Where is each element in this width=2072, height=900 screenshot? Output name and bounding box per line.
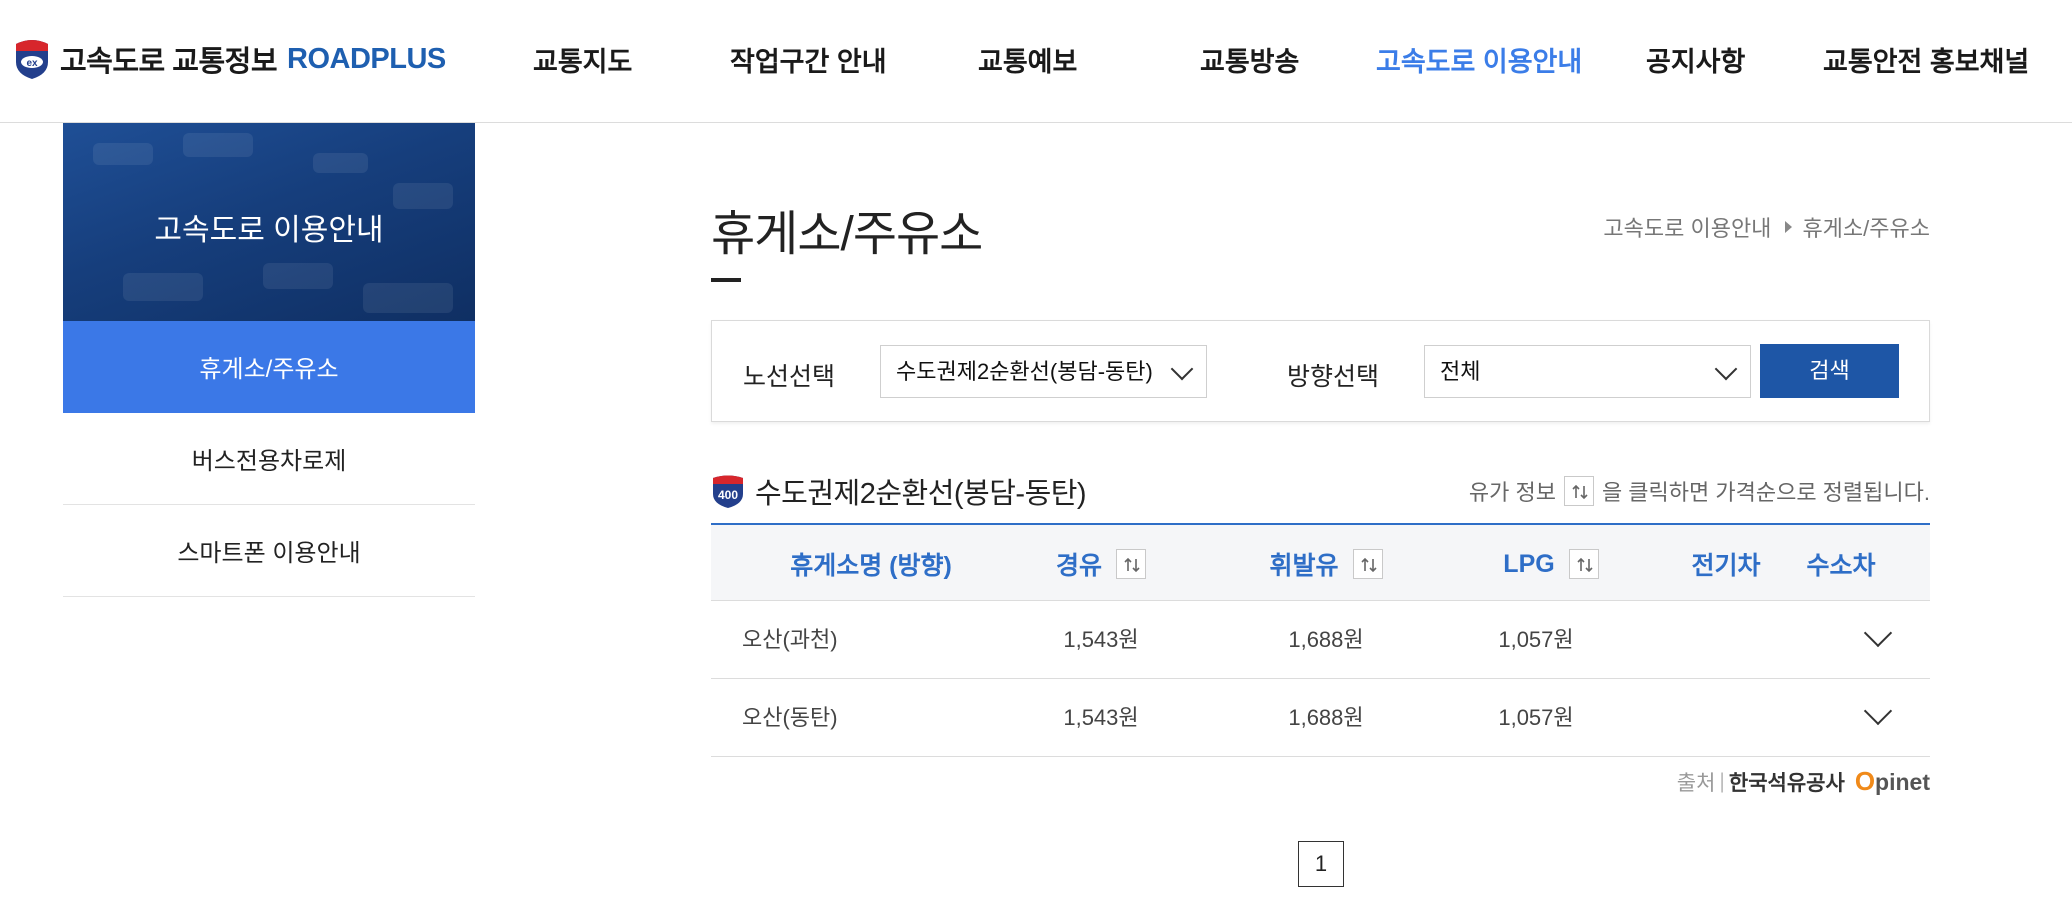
row-gasoline-price: 1,688원	[1288, 627, 1364, 652]
svg-text:ex: ex	[26, 58, 38, 69]
sidebar-menu: 휴게소/주유소 버스전용차로제 스마트폰 이용안내	[63, 321, 475, 597]
direction-select-label: 방향선택	[1287, 363, 1380, 391]
sidebar-item-smartphone-guide[interactable]: 스마트폰 이용안내	[63, 505, 475, 597]
sort-hint: 유가 정보 을 클릭하면 가격순으로 정렬됩니다.	[1469, 475, 1930, 507]
nav-safety-channel[interactable]: 교통안전 홍보채널	[1823, 40, 2029, 79]
breadcrumb: 고속도로 이용안내 휴게소/주유소	[1603, 211, 1930, 243]
opinet-logo-o: O	[1854, 766, 1876, 796]
col-ev: 전기차	[1671, 525, 1781, 603]
logo-brand: ROADPLUS	[287, 42, 446, 75]
source-org: 한국석유공사	[1728, 771, 1845, 795]
route-select[interactable]: 수도권제2순환선(봉담-동탄)	[880, 345, 1207, 398]
table-row[interactable]: 오산(과천) 1,543원 1,688원 1,057원	[711, 601, 1930, 679]
col-lpg-label: LPG	[1503, 549, 1555, 578]
source-label: 출처	[1676, 771, 1716, 795]
chevron-down-icon	[1170, 357, 1194, 381]
route-number: 400	[718, 488, 738, 502]
search-button[interactable]: 검색	[1760, 344, 1899, 398]
row-diesel-price: 1,543원	[1063, 705, 1139, 730]
title-underline	[711, 278, 741, 282]
nav-work-zone[interactable]: 작업구간 안내	[730, 40, 887, 79]
row-lpg-price: 1,057원	[1498, 627, 1574, 652]
nav-traffic-map[interactable]: 교통지도	[533, 40, 632, 79]
sort-hint-prefix: 유가 정보	[1468, 480, 1556, 505]
opinet-logo: Opinet	[1855, 766, 1930, 797]
table-row[interactable]: 오산(동탄) 1,543원 1,688원 1,057원	[711, 679, 1930, 757]
row-diesel-price: 1,543원	[1063, 627, 1139, 652]
sidebar-item-bus-lane[interactable]: 버스전용차로제	[63, 413, 475, 505]
breadcrumb-item-current: 휴게소/주유소	[1802, 216, 1930, 241]
col-diesel[interactable]: 경유	[1026, 525, 1176, 603]
sidebar-item-rest-area[interactable]: 휴게소/주유소	[63, 321, 475, 413]
site-header: ex 고속도로 교통정보 ROADPLUS 교통지도 작업구간 안내 교통예보 …	[0, 0, 2072, 123]
source-divider: |	[1719, 769, 1725, 793]
logo-title: 고속도로 교통정보	[60, 46, 278, 78]
row-gasoline-price: 1,688원	[1288, 705, 1364, 730]
sort-hint-suffix: 을 클릭하면 가격순으로 정렬됩니다.	[1601, 480, 1930, 505]
expand-chevron-icon[interactable]	[1863, 696, 1893, 726]
expand-chevron-icon[interactable]	[1863, 618, 1893, 648]
col-ev-label: 전기차	[1691, 552, 1761, 580]
nav-notices[interactable]: 공지사항	[1646, 40, 1745, 79]
nav-traffic-broadcast[interactable]: 교통방송	[1200, 40, 1299, 79]
sort-icon	[1563, 476, 1594, 506]
page-title: 휴게소/주유소	[711, 208, 983, 261]
row-rest-area-name: 오산(동탄)	[742, 705, 838, 730]
site-logo[interactable]: ex 고속도로 교통정보 ROADPLUS	[12, 38, 446, 80]
direction-select[interactable]: 전체	[1424, 345, 1751, 398]
pagination-page-1[interactable]: 1	[1298, 841, 1344, 887]
route-name: 수도권제2순환선(봉담-동탄)	[755, 478, 1087, 510]
col-rest-area-name: 휴게소명 (방향)	[751, 525, 991, 603]
breadcrumb-arrow-icon	[1785, 221, 1793, 233]
sort-lpg-icon[interactable]	[1568, 549, 1599, 579]
sort-diesel-icon[interactable]	[1116, 549, 1146, 579]
sort-gasoline-icon[interactable]	[1352, 549, 1383, 579]
nav-traffic-forecast[interactable]: 교통예보	[978, 40, 1077, 79]
col-rest-area-name-label: 휴게소명 (방향)	[790, 552, 952, 580]
route-heading: 400 수도권제2순환선(봉담-동탄)	[711, 470, 1087, 512]
fuel-price-table: 휴게소명 (방향) 경유 휘발유 LPG 전기차 수소차 오산(과천) 1,54…	[711, 523, 1930, 757]
sidebar-title: 고속도로 이용안내	[154, 214, 384, 247]
route-select-value: 수도권제2순환선(봉담-동탄)	[896, 359, 1153, 384]
data-source: 출처 | 한국석유공사 Opinet	[1677, 766, 1930, 797]
opinet-logo-rest: pinet	[1875, 769, 1930, 795]
col-hydrogen-label: 수소차	[1806, 552, 1876, 580]
sidebar-banner: 고속도로 이용안내	[63, 123, 475, 321]
row-rest-area-name: 오산(과천)	[742, 627, 838, 652]
direction-select-value: 전체	[1440, 359, 1481, 384]
breadcrumb-item-highway-guide[interactable]: 고속도로 이용안내	[1603, 211, 1771, 243]
col-hydrogen: 수소차	[1786, 525, 1896, 603]
row-lpg-price: 1,057원	[1498, 705, 1574, 730]
route-shield-icon: 400	[711, 474, 745, 508]
nav-highway-guide[interactable]: 고속도로 이용안내	[1376, 40, 1582, 79]
col-gasoline-label: 휘발유	[1269, 552, 1339, 580]
col-diesel-label: 경유	[1055, 552, 1102, 580]
table-header: 휴게소명 (방향) 경유 휘발유 LPG 전기차 수소차	[711, 523, 1930, 601]
col-lpg[interactable]: LPG	[1471, 525, 1631, 603]
search-panel: 노선선택 수도권제2순환선(봉담-동탄) 방향선택 전체 검색	[711, 320, 1930, 422]
chevron-down-icon	[1714, 357, 1738, 381]
col-gasoline[interactable]: 휘발유	[1241, 525, 1411, 603]
ex-shield-logo-icon: ex	[12, 38, 52, 80]
route-select-label: 노선선택	[743, 363, 836, 391]
